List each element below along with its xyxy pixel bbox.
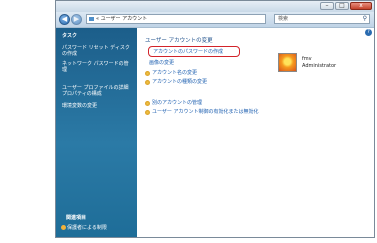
search-icon[interactable]: ⚲ [363,15,367,23]
task-manage-network-passwords[interactable]: ネットワーク パスワードの管 理 [62,61,129,73]
task-pane: タスク パスワード リセット ディスク の作成 ネットワーク パスワードの管 理… [56,28,137,237]
user-name: fmv [302,56,312,62]
address-path: « ユーザー アカウント [96,16,148,22]
forward-button[interactable]: ▶ [71,14,82,25]
avatar [278,53,297,72]
search-input[interactable]: 検索 ⚲ [274,14,370,24]
help-icon[interactable]: ? [365,29,372,36]
back-button[interactable]: ◀ [59,14,70,25]
user-role: Administrator [302,63,337,69]
control-panel-window: – □ x ◀ ▶ « ユーザー アカウント 検索 ⚲ タスク パスワード リセ… [55,0,375,238]
maximize-button[interactable]: □ [335,2,349,10]
link-change-type[interactable]: アカウントの種類の変更 [152,79,207,85]
link-change-picture[interactable]: 画像の変更 [149,60,174,66]
task-title: タスク [62,33,78,39]
main-content: ? ユーザー アカウントの変更 アカウントのパスワードの作成 画像の変更 アカウ… [138,28,374,237]
link-create-password[interactable]: アカウントのパスワードの作成 [153,49,223,55]
link-manage-other-account[interactable]: 別のアカウントの管理 [152,100,202,106]
shield-icon [145,71,150,76]
parental-controls-icon [61,225,66,230]
task-environment-variables[interactable]: 環境変数の変更 [62,103,97,109]
link-toggle-uac[interactable]: ユーザー アカウント制御の有効化または無効化 [152,109,259,115]
link-change-name[interactable]: アカウント名の変更 [152,70,197,76]
folder-icon [89,16,94,21]
task-profile-properties[interactable]: ユーザー プロファイルの詳細 プロパティの構成 [62,85,129,97]
search-placeholder: 検索 [278,16,289,22]
shield-icon [145,110,150,115]
shield-icon [145,101,150,106]
related-parental-controls[interactable]: 保護者による制限 [61,225,107,231]
task-create-reset-disk[interactable]: パスワード リセット ディスク の作成 [62,45,130,57]
minimize-button[interactable]: – [320,2,334,10]
title-bar: – □ x [56,1,374,12]
shield-icon [145,80,150,85]
related-parental-controls-label: 保護者による制限 [67,225,107,231]
address-bar[interactable]: « ユーザー アカウント [86,14,266,24]
close-button[interactable]: x [350,2,372,10]
related-title: 関連項目 [66,215,87,221]
page-heading: ユーザー アカウントの変更 [145,38,213,44]
navigation-bar: ◀ ▶ « ユーザー アカウント 検索 ⚲ [56,12,374,28]
